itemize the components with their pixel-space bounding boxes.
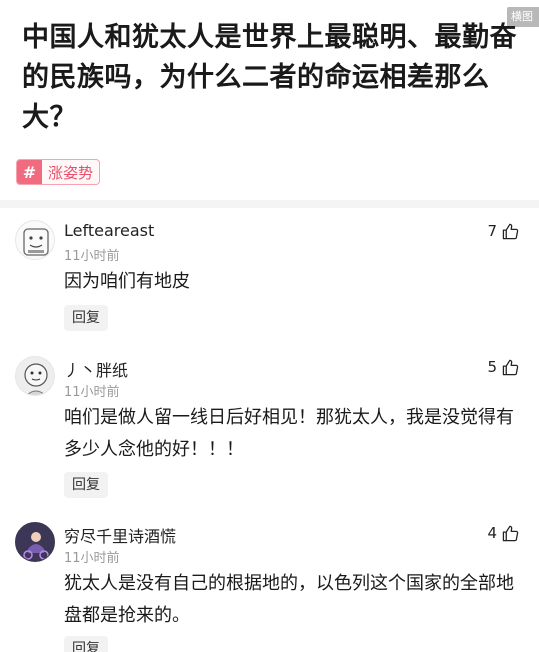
comment-time: 11小时前 xyxy=(64,385,120,400)
comment-text: 因为咱们有地皮 xyxy=(64,271,190,292)
like-count: 7 xyxy=(487,222,497,240)
like-button[interactable]: 4 xyxy=(487,524,519,542)
comment-username[interactable]: 丿丶胖纸 xyxy=(64,357,128,381)
avatar[interactable] xyxy=(15,220,55,260)
comment-time: 11小时前 xyxy=(64,249,120,264)
comment-username[interactable]: Lefteareast xyxy=(64,221,154,240)
comment-username[interactable]: 穷尽千里诗酒慌 xyxy=(64,523,176,547)
comment-item: 丿丶胖纸 11小时前 5 咱们是做人留一线日后好相见！那犹太人，我是没觉得有多少… xyxy=(0,344,539,504)
topic-tag[interactable]: # 涨姿势 xyxy=(16,159,101,185)
avatar-rider-icon xyxy=(16,523,54,561)
topic-tag-label: 涨姿势 xyxy=(48,163,94,182)
comment-text: 犹太人是没有自己的根据地的，以色列这个国家的全部地盘都是抢来的。 xyxy=(64,573,514,626)
thumbs-up-icon xyxy=(502,525,519,541)
like-count: 5 xyxy=(487,358,497,376)
comment-text: 咱们是做人留一线日后好相见！那犹太人，我是没觉得有多少人念他的好！！！ xyxy=(64,407,514,460)
like-button[interactable]: 7 xyxy=(487,222,519,240)
reply-button[interactable]: 回复 xyxy=(64,472,108,498)
thumbs-up-icon xyxy=(502,223,519,239)
reply-button[interactable]: 回复 xyxy=(64,636,108,652)
comment-time: 11小时前 xyxy=(64,551,120,566)
avatar[interactable] xyxy=(15,356,55,396)
comment-item: 穷尽千里诗酒慌 11小时前 4 犹太人是没有自己的根据地的，以色列这个国家的全部… xyxy=(0,510,539,652)
page: 横图 中国人和犹太人是世界上最聪明、最勤奋的民族吗，为什么二者的命运相差那么大？… xyxy=(0,0,539,652)
avatar-sketch-icon xyxy=(23,228,49,256)
comment-item: Lefteareast 11小时前 7 因为咱们有地皮 回复 xyxy=(0,208,539,333)
reply-button[interactable]: 回复 xyxy=(64,305,108,331)
section-divider xyxy=(0,200,539,208)
hash-icon: # xyxy=(17,160,42,184)
thumbs-up-icon xyxy=(502,359,519,375)
like-count: 4 xyxy=(487,524,497,542)
question-title[interactable]: 中国人和犹太人是世界上最聪明、最勤奋的民族吗，为什么二者的命运相差那么大？ xyxy=(22,18,522,138)
like-button[interactable]: 5 xyxy=(487,358,519,376)
avatar[interactable] xyxy=(15,522,55,562)
avatar-cartoon-icon xyxy=(24,363,48,395)
